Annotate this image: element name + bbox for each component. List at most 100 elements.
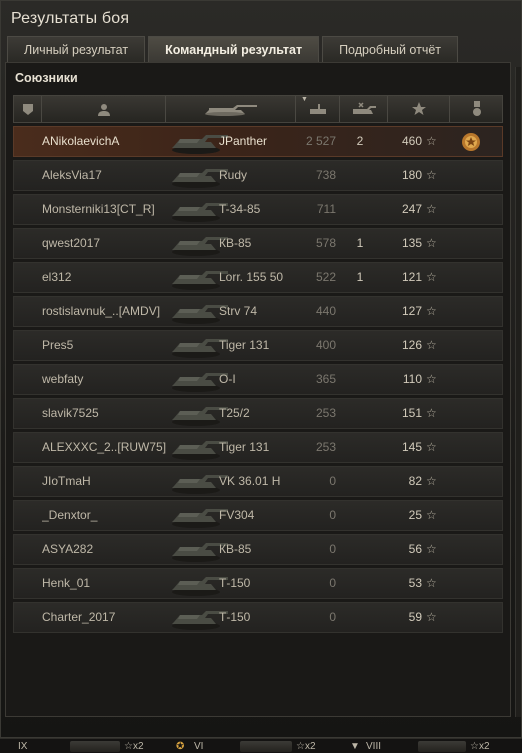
carousel-tank-image	[70, 741, 120, 752]
xp-star-icon: ☆	[426, 168, 437, 182]
player-name: rostislavnuk_..[AMDV]	[42, 304, 161, 318]
kills-value	[352, 433, 368, 462]
xp-star-icon: ☆	[426, 406, 437, 420]
column-damage[interactable]: ▼	[296, 96, 340, 122]
xp-star-icon: ☆	[426, 610, 437, 624]
scrollbar[interactable]	[515, 67, 521, 717]
medal-icon	[472, 101, 481, 116]
column-player[interactable]	[42, 96, 166, 122]
kills-value	[352, 569, 368, 598]
xp-value: 53	[408, 576, 422, 590]
xp-star-icon: ☆	[426, 440, 437, 454]
kills-value	[352, 365, 368, 394]
tab-detailed-report[interactable]: Подробный отчёт	[322, 36, 459, 62]
xp-value: 135	[401, 236, 422, 250]
player-name: _Denxtor_	[42, 508, 98, 522]
table-row[interactable]: JIoTmaH VK 36.01 H 0 82 ☆	[13, 466, 503, 497]
table-row[interactable]: Henk_01 Т-150 0 53 ☆	[13, 568, 503, 599]
damage-value: 0	[329, 610, 336, 624]
player-name: Monsterniki13[CT_R]	[42, 202, 155, 216]
achievement-medal-icon[interactable]	[460, 131, 482, 153]
tab-team-result[interactable]: Командный результат	[148, 36, 320, 62]
xp-star-icon: ☆	[426, 542, 437, 556]
xp-value: 56	[408, 542, 422, 556]
player-icon	[97, 103, 110, 116]
table-row[interactable]: rostislavnuk_..[AMDV] Strv 74 440 127 ☆	[13, 296, 503, 327]
xp-value: 460	[401, 134, 422, 148]
xp-star-icon: ☆	[426, 304, 437, 318]
xp-value: 151	[401, 406, 422, 420]
kills-value	[352, 297, 368, 326]
table-row[interactable]: el312 Lorr. 155 50 522 1 121 ☆	[13, 262, 503, 293]
table-row[interactable]: ALEXXXC_2..[RUW75] Tiger 131 253 145 ☆	[13, 432, 503, 463]
vehicle-carousel-strip: IX ☆x2 ✪ VI ☆x2 ▼ VIII ☆x2	[0, 738, 522, 753]
xp-star-icon: ☆	[426, 508, 437, 522]
xp-star-icon: ☆	[426, 270, 437, 284]
table-row[interactable]: _Denxtor_ FV304 0 25 ☆	[13, 500, 503, 531]
squad-icon	[22, 103, 33, 115]
carousel-tank-image	[240, 741, 292, 752]
damage-value: 365	[315, 372, 336, 386]
damage-value: 253	[315, 406, 336, 420]
damage-icon	[309, 104, 326, 114]
player-name: JIoTmaH	[42, 474, 91, 488]
player-name: Charter_2017	[42, 610, 116, 624]
carousel-xp-multiplier: ☆x2	[124, 741, 144, 752]
damage-value: 0	[329, 542, 336, 556]
chevron-down-icon: ▼	[350, 741, 360, 752]
column-xp[interactable]	[388, 96, 450, 122]
xp-star-icon: ☆	[426, 474, 437, 488]
column-squad[interactable]	[14, 96, 42, 122]
window-title: Результаты боя	[11, 10, 130, 27]
kills-value: 1	[356, 236, 364, 250]
damage-value: 738	[315, 168, 336, 182]
results-tabs: Личный результат Командный результат Под…	[7, 36, 461, 62]
table-row[interactable]: webfaty O-I 365 110 ☆	[13, 364, 503, 395]
xp-star-icon: ☆	[426, 338, 437, 352]
table-row[interactable]: Monsterniki13[CT_R] T-34-85 711 247 ☆	[13, 194, 503, 225]
player-name: ANikolaevichA	[42, 134, 120, 148]
column-medals[interactable]	[450, 96, 503, 122]
carousel-tier-label: VI	[194, 741, 204, 752]
xp-value: 59	[408, 610, 422, 624]
column-kills[interactable]	[340, 96, 388, 122]
table-row[interactable]: AleksVia17 Rudy 738 180 ☆	[13, 160, 503, 191]
carousel-xp-multiplier: ☆x2	[296, 741, 316, 752]
tab-personal-result[interactable]: Личный результат	[7, 36, 146, 62]
table-row[interactable]: Pres5 Tiger 131 400 126 ☆	[13, 330, 503, 361]
xp-star-icon: ☆	[426, 372, 437, 386]
table-row[interactable]: ASYA282 КВ-85 0 56 ☆	[13, 534, 503, 565]
damage-value: 253	[315, 440, 336, 454]
xp-value: 145	[401, 440, 422, 454]
xp-value: 110	[402, 372, 422, 386]
player-name: webfaty	[42, 372, 84, 386]
column-tank[interactable]	[166, 96, 296, 122]
kills-value	[352, 467, 368, 496]
tank-icon	[204, 105, 257, 116]
table-row[interactable]: Charter_2017 Т-150 0 59 ☆	[13, 602, 503, 633]
table-header: ▼	[13, 95, 503, 123]
player-name: slavik7525	[42, 406, 99, 420]
kills-value: 1	[356, 270, 364, 284]
carousel-tier-label: IX	[18, 741, 28, 752]
premium-icon: ✪	[176, 741, 185, 752]
damage-value: 0	[329, 508, 336, 522]
table-row[interactable]: slavik7525 T25/2 253 151 ☆	[13, 398, 503, 429]
player-name: Pres5	[42, 338, 74, 352]
damage-value: 0	[329, 474, 336, 488]
carousel-tier-label: VIII	[366, 741, 382, 752]
star-icon	[411, 102, 426, 115]
kills-value	[352, 161, 368, 190]
carousel-xp-multiplier: ☆x2	[470, 741, 490, 752]
player-name: ALEXXXC_2..[RUW75]	[42, 440, 167, 454]
allies-table: ANikolaevichA JPanther 2 527 2 460 ☆ AleksVia1…	[13, 126, 503, 636]
allies-section-title: Союзники	[15, 71, 78, 85]
damage-value: 400	[315, 338, 336, 352]
table-row-self[interactable]: ANikolaevichA JPanther 2 527 2 460 ☆	[13, 126, 503, 157]
xp-star-icon: ☆	[426, 202, 437, 216]
table-row[interactable]: qwest2017 КВ-85 578 1 135 ☆	[13, 228, 503, 259]
damage-value: 440	[315, 304, 336, 318]
player-name: ASYA282	[42, 542, 94, 556]
damage-value: 2 527	[305, 134, 336, 148]
xp-value: 180	[401, 168, 422, 182]
